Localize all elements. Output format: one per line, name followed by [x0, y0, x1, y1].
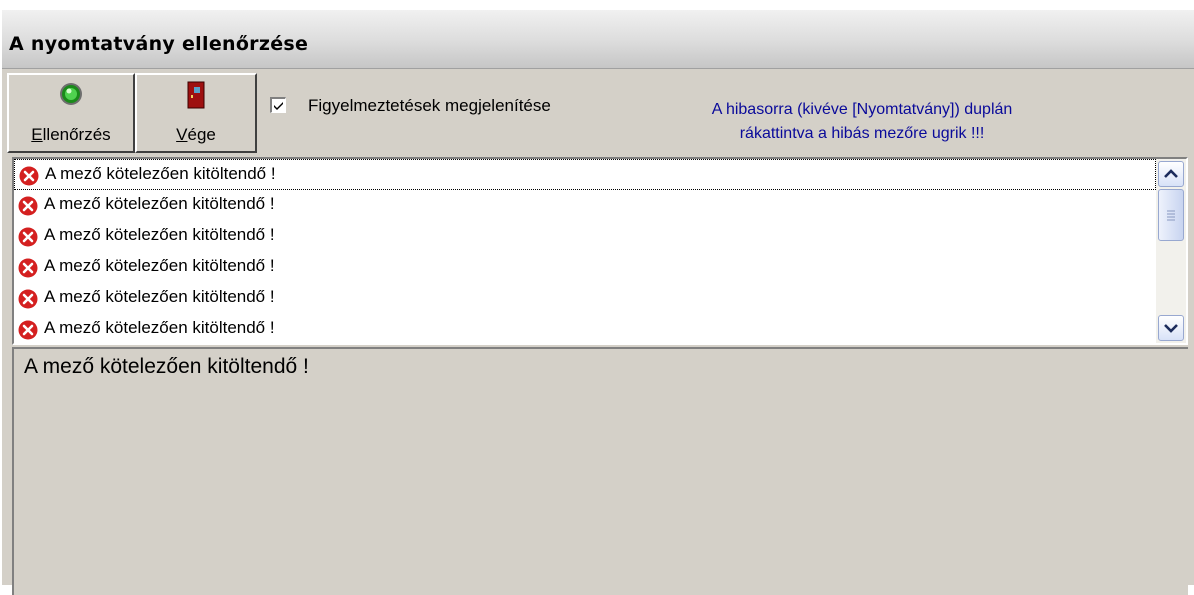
error-icon: [18, 196, 38, 216]
error-list[interactable]: A mező kötelezően kitöltendő ! A mező kö…: [12, 157, 1188, 345]
scroll-thumb[interactable]: [1158, 189, 1184, 241]
error-icon: [18, 320, 38, 340]
error-row[interactable]: A mező kötelezően kitöltendő !: [14, 252, 1156, 283]
error-row[interactable]: A mező kötelezően kitöltendő !: [14, 190, 1156, 221]
error-row-text: A mező kötelezően kitöltendő !: [45, 164, 276, 183]
error-row[interactable]: A mező kötelezően kitöltendő !: [14, 159, 1156, 190]
scroll-down-button[interactable]: [1158, 315, 1184, 341]
hint-line-1: A hibasorra (kivéve [Nyomtatvány]) duplá…: [711, 101, 1013, 118]
error-icon: [19, 166, 39, 186]
error-detail-text: A mező kötelezően kitöltendő !: [24, 355, 309, 378]
exit-button-label: Vége: [176, 125, 216, 144]
error-icon: [18, 289, 38, 309]
grip-icon: [1167, 210, 1175, 221]
error-row[interactable]: A mező kötelezően kitöltendő !: [14, 314, 1156, 343]
error-detail-panel: A mező kötelezően kitöltendő !: [12, 347, 1188, 595]
show-warnings-label[interactable]: Figyelmeztetések megjelenítése: [308, 96, 551, 116]
window-title: A nyomtatvány ellenőrzése: [9, 33, 309, 55]
exit-button[interactable]: Vége: [135, 73, 257, 153]
check-button-label: Ellenőrzés: [31, 125, 111, 144]
scroll-up-button[interactable]: [1158, 161, 1184, 187]
error-row[interactable]: A mező kötelezően kitöltendő !: [14, 283, 1156, 314]
error-row-text: A mező kötelezően kitöltendő !: [44, 287, 275, 306]
error-row[interactable]: A mező kötelezően kitöltendő !: [14, 221, 1156, 252]
chevron-down-icon: [1164, 324, 1178, 333]
toolbar: Ellenőrzés Vége Figyelmeztetések megjele…: [2, 69, 1194, 157]
hint-line-2: rákattintva a hibás mezőre ugrik !!!: [739, 125, 985, 142]
error-list-rows: A mező kötelezően kitöltendő ! A mező kö…: [14, 159, 1156, 343]
title-bar[interactable]: A nyomtatvány ellenőrzése: [2, 10, 1194, 69]
chevron-up-icon: [1164, 169, 1178, 178]
show-warnings-checkbox[interactable]: [270, 97, 286, 113]
error-row-text: A mező kötelezően kitöltendő !: [44, 318, 275, 337]
error-row-text: A mező kötelezően kitöltendő !: [44, 225, 275, 244]
error-row-text: A mező kötelezően kitöltendő !: [44, 194, 275, 213]
door-icon: [187, 81, 205, 114]
check-button[interactable]: Ellenőrzés: [7, 73, 135, 153]
error-icon: [18, 258, 38, 278]
double-click-hint: A hibasorra (kivéve [Nyomtatvány]) duplá…: [652, 98, 1072, 146]
green-bulb-icon: [58, 81, 84, 112]
error-row-text: A mező kötelezően kitöltendő !: [44, 256, 275, 275]
dialog-window: A nyomtatvány ellenőrzése Ellenőrzés Vég…: [0, 8, 1194, 595]
error-icon: [18, 227, 38, 247]
error-list-scrollbar[interactable]: [1156, 159, 1186, 343]
